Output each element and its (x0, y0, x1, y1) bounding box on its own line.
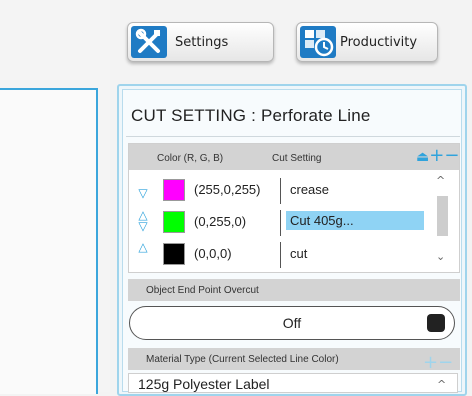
rgb-value: (255,0,255) (194, 182, 261, 197)
panel-title: CUT SETTING : Perforate Line (131, 106, 371, 125)
overcut-label: Object End Point Overcut (146, 285, 259, 296)
material-actions: +− (423, 352, 453, 373)
table-header-actions: ⏏+− (416, 145, 459, 166)
productivity-button-label: Productivity (340, 34, 418, 50)
color-swatch (163, 179, 185, 201)
column-header-color: Color (R, G, B) (157, 153, 224, 164)
column-divider (280, 210, 281, 236)
cut-setting-cell[interactable]: crease (286, 180, 333, 199)
scroll-thumb[interactable] (437, 196, 448, 236)
material-value[interactable]: 125g Polyester Label (138, 376, 270, 392)
cut-setting-cell[interactable]: cut (286, 244, 311, 263)
cut-setting-cell-selected[interactable]: Cut 405g... (286, 211, 424, 230)
color-swatch (163, 211, 185, 233)
material-label: Material Type (Current Selected Line Col… (146, 354, 339, 365)
remove-icon[interactable]: − (438, 352, 453, 373)
scroll-down-icon[interactable]: ⌄ (436, 250, 445, 263)
productivity-button[interactable]: Productivity (296, 22, 438, 62)
rgb-value: (0,0,0) (194, 246, 232, 261)
productivity-clock-icon (300, 26, 336, 58)
move-down-arrow-icon[interactable]: ▽ (136, 220, 150, 232)
add-icon[interactable]: + (423, 352, 438, 373)
move-down-arrow-icon[interactable]: ▽ (136, 187, 150, 199)
divider (126, 136, 460, 137)
column-divider (280, 178, 281, 204)
move-up-arrow-icon[interactable]: △ (136, 241, 150, 253)
table-row[interactable]: △ ▽ (0,255,0) Cut 405g... (130, 208, 430, 238)
color-swatch (163, 243, 185, 265)
settings-tools-icon (131, 26, 167, 58)
table-scrollbar[interactable]: ^ ⌄ (432, 172, 454, 270)
overcut-toggle[interactable]: Off (129, 306, 455, 340)
toggle-knob (427, 314, 445, 332)
settings-button[interactable]: Settings (127, 22, 274, 62)
table-row[interactable]: △ (0,0,0) cut (130, 240, 430, 270)
column-header-cut-setting: Cut Setting (272, 153, 322, 164)
overcut-value: Off (282, 315, 302, 331)
column-divider (280, 242, 281, 268)
table-row[interactable]: ▽ (255,0,255) crease (130, 176, 430, 206)
rgb-value: (0,255,0) (194, 214, 247, 229)
scroll-up-icon[interactable]: ^ (436, 174, 445, 187)
canvas-frame[interactable] (0, 88, 98, 394)
remove-icon[interactable]: − (444, 145, 459, 166)
settings-button-label: Settings (175, 34, 229, 50)
add-icon[interactable]: + (429, 145, 444, 166)
scroll-up-icon[interactable]: ^ (437, 378, 446, 391)
eject-icon[interactable]: ⏏ (416, 149, 429, 165)
